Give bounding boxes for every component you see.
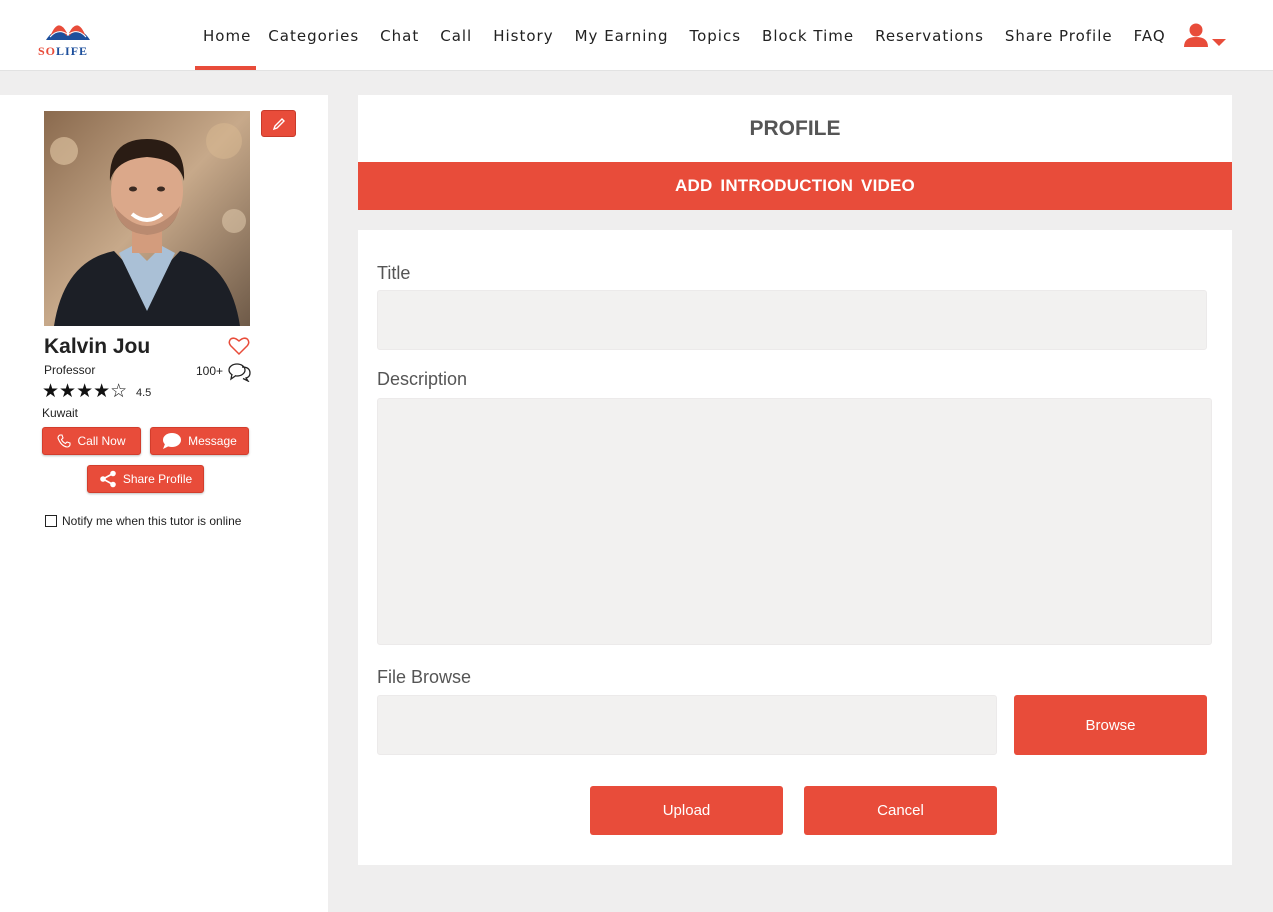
nav-history[interactable]: History [493, 0, 553, 71]
profile-heading: PROFILE [358, 95, 1232, 162]
rating-stars: ★★★★☆ [42, 381, 128, 402]
tutor-country: Kuwait [42, 406, 79, 420]
notify-online-option: Notify me when this tutor is online [45, 514, 241, 528]
chat-count: 100+ [196, 364, 224, 378]
nav-chat[interactable]: Chat [380, 0, 419, 71]
description-textarea[interactable] [377, 398, 1212, 645]
browse-button[interactable]: Browse [1014, 695, 1207, 755]
call-now-label: Call Now [77, 434, 126, 448]
user-icon [1184, 23, 1226, 47]
nav-block-time[interactable]: Block Time [762, 0, 854, 71]
nav-reservations[interactable]: Reservations [875, 0, 984, 71]
file-path-input[interactable] [377, 695, 997, 755]
rating-value: 4.5 [136, 387, 152, 399]
notify-label: Notify me when this tutor is online [62, 514, 242, 528]
add-intro-video-bar: ADD INTRODUCTION VIDEO [358, 162, 1232, 210]
title-input[interactable] [377, 290, 1207, 350]
call-now-button[interactable]: Call Now [42, 427, 141, 455]
phone-icon [57, 434, 72, 448]
user-menu-button[interactable] [1184, 22, 1230, 52]
pencil-icon [272, 117, 285, 130]
edit-profile-button[interactable] [261, 110, 296, 137]
nav-call[interactable]: Call [440, 0, 472, 71]
chat-bubbles-icon [228, 362, 251, 383]
chevron-down-icon [1212, 39, 1226, 46]
favorite-heart-icon[interactable] [228, 336, 250, 356]
intro-video-form: Title Description File Browse Browse Upl… [358, 230, 1232, 865]
top-header: SOLIFE Home Categories Chat Call History… [0, 0, 1273, 71]
share-icon [100, 470, 116, 488]
tutor-card: Kalvin Jou Professor 100+ ★★★★☆ 4.5 Kuwa… [0, 95, 328, 912]
speech-bubble-icon [163, 433, 182, 449]
tutor-name: Kalvin Jou [44, 335, 151, 358]
nav-my-earning[interactable]: My Earning [575, 0, 669, 71]
message-label: Message [188, 434, 237, 448]
nav-categories[interactable]: Categories [268, 0, 359, 71]
logo-text: SOLIFE [38, 44, 89, 58]
title-label: Title [377, 263, 411, 283]
nav-home[interactable]: Home [195, 0, 257, 71]
share-profile-label: Share Profile [122, 472, 193, 486]
share-profile-button[interactable]: Share Profile [87, 465, 204, 493]
notify-checkbox[interactable] [45, 515, 57, 527]
tutor-title: Professor [44, 363, 96, 377]
main-nav: Home Categories Chat Call History My Ear… [195, 0, 1187, 71]
nav-share-profile[interactable]: Share Profile [1005, 0, 1113, 71]
nav-topics[interactable]: Topics [689, 0, 741, 71]
cancel-button[interactable]: Cancel [804, 786, 997, 835]
book-logo-icon [46, 25, 90, 40]
description-label: Description [377, 369, 468, 389]
solife-logo[interactable]: SOLIFE [38, 14, 98, 60]
tutor-photo [44, 111, 250, 326]
message-button[interactable]: Message [150, 427, 249, 455]
file-browse-label: File Browse [377, 667, 472, 687]
nav-faq[interactable]: FAQ [1134, 0, 1166, 71]
upload-button[interactable]: Upload [590, 786, 783, 835]
